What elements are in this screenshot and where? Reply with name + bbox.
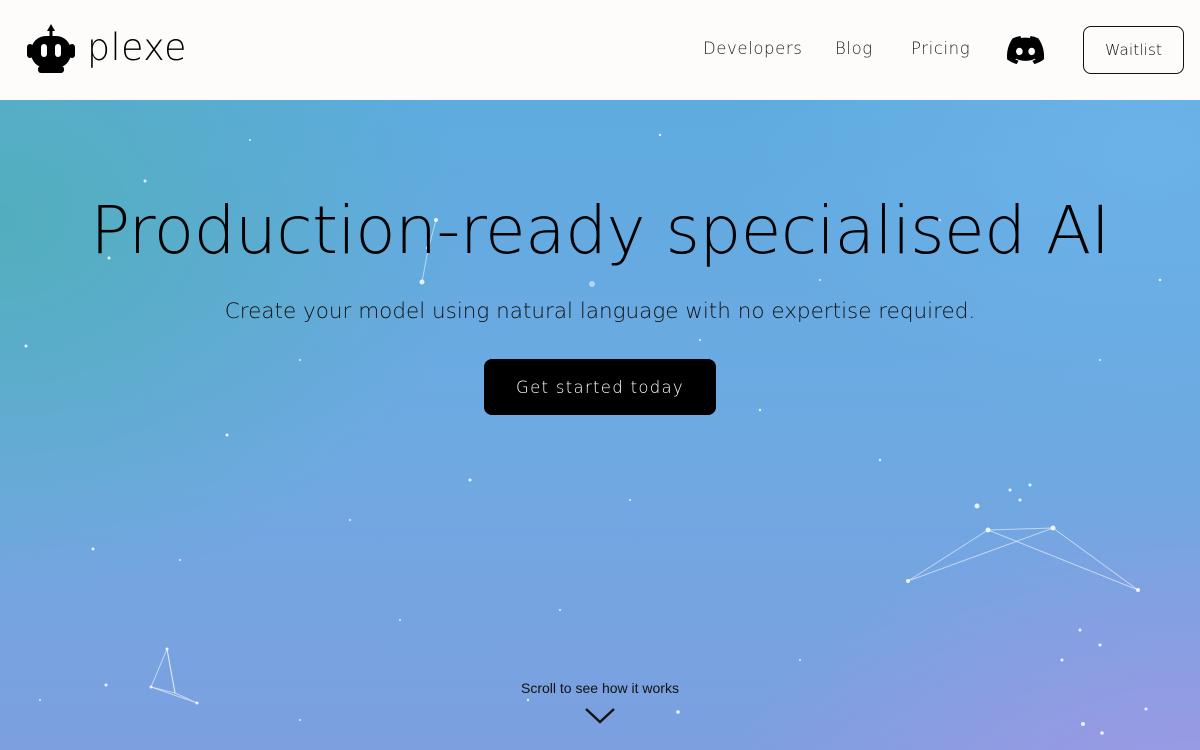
hero-title: Production-ready specialised AI [90, 192, 1110, 269]
nav-developers[interactable]: Developers [703, 39, 802, 58]
site-header: plexe Developers Blog Pricing Waitlist [0, 0, 1200, 100]
discord-icon [1006, 36, 1045, 65]
chevron-down-icon[interactable] [584, 707, 616, 725]
hero-subtitle: Create your model using natural language… [224, 299, 976, 324]
discord-link[interactable] [1006, 35, 1045, 65]
nav-blog[interactable]: Blog [835, 39, 873, 58]
robot-head-icon [27, 24, 75, 73]
hero-section: Production-ready specialised AI Create y… [0, 100, 1200, 750]
scroll-hint: Scroll to see how it works [521, 680, 679, 696]
get-started-button[interactable]: Get started today [484, 359, 716, 415]
constellation-line [907, 527, 1139, 591]
logo-link[interactable]: plexe [24, 22, 188, 76]
constellation-line [987, 529, 1139, 591]
constellation-line [907, 527, 1054, 582]
waitlist-button[interactable]: Waitlist [1083, 26, 1184, 74]
brand-name: plexe [87, 25, 187, 69]
nav-pricing[interactable]: Pricing [911, 39, 970, 58]
